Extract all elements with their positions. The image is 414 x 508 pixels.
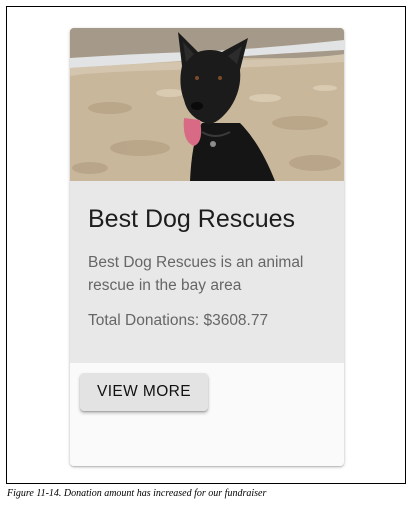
card-image xyxy=(70,28,344,181)
card-content: Best Dog Rescues Best Dog Rescues is an … xyxy=(70,181,344,363)
card-title: Best Dog Rescues xyxy=(88,205,296,233)
total-donations: Total Donations: $3608.77 xyxy=(88,312,269,329)
card-description: Best Dog Rescues is an animal rescue in … xyxy=(88,254,304,294)
fundraiser-card: Best Dog Rescues Best Dog Rescues is an … xyxy=(70,28,344,466)
figure-frame: Best Dog Rescues Best Dog Rescues is an … xyxy=(6,6,406,484)
figure-caption: Figure 11-14. Donation amount has increa… xyxy=(7,488,267,499)
card-actions: VIEW MORE xyxy=(70,363,344,466)
view-more-button[interactable]: VIEW MORE xyxy=(80,373,208,411)
